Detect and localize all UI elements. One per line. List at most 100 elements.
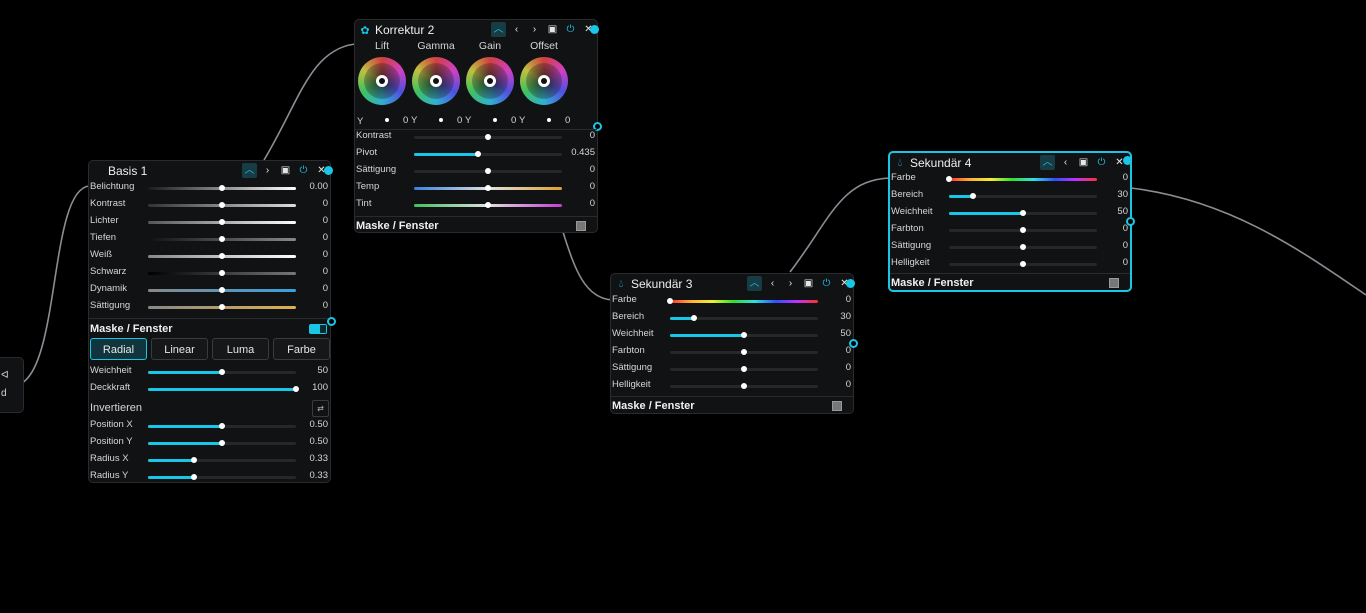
slider-thumb[interactable] [485,185,491,191]
node-header[interactable]: 💧︎ Sekundär 3 ︿ ‹ › ▣ ⏻ ✕ [611,274,855,294]
slider-thumb[interactable] [741,349,747,355]
slider-thumb[interactable] [1020,227,1026,233]
mask-section-header[interactable]: Maske / Fenster [355,216,597,235]
wheel-center-handle[interactable] [484,75,496,87]
slider-thumb[interactable] [667,298,673,304]
slider-label: Radius Y [90,470,129,481]
slider-track[interactable] [949,178,1097,181]
color-wheel[interactable] [358,57,406,105]
power-icon[interactable]: ⏻ [296,163,311,178]
node-header[interactable]: Basis 1 ︿ › ▣ ⏻ ✕ [89,161,333,181]
next-icon[interactable]: › [783,276,798,291]
prev-icon[interactable]: ‹ [1058,155,1073,170]
wheel-center-handle[interactable] [430,75,442,87]
slider-thumb[interactable] [219,202,225,208]
slider-thumb[interactable] [190,457,197,463]
wheel-value: 0 [403,115,409,126]
slider-row: Sättigung 0 [89,298,330,315]
mask-type-luma-button[interactable]: Luma [212,338,269,360]
slider-label: Farbe [891,172,916,183]
slider-thumb[interactable] [1020,210,1026,216]
info-icon[interactable]: ▣ [801,276,816,291]
slider-thumb[interactable] [219,236,225,242]
slider-track[interactable] [670,300,818,303]
slider-thumb[interactable] [219,423,225,429]
collapse-icon[interactable]: ︿ [242,163,257,178]
collapse-icon[interactable]: ︿ [491,22,506,37]
luma-dot[interactable] [385,118,389,122]
slider-thumb[interactable] [969,193,976,199]
node-basis[interactable]: Basis 1 ︿ › ▣ ⏻ ✕ Belichtung 0.00 Kontrast… [88,160,336,483]
mask-checkbox[interactable] [1109,278,1119,288]
slider-label: Sättigung [612,362,653,373]
slider-thumb[interactable] [293,386,299,392]
slider-thumb[interactable] [219,304,225,310]
node-sekundaer-4[interactable]: 💧︎ Sekundär 4 ︿ ‹ ▣ ⏻ ✕ Farbe 0 Bereich 30 W… [888,151,1135,292]
wheel-center-handle[interactable] [376,75,388,87]
mask-checkbox[interactable] [576,221,586,231]
prev-icon[interactable]: ‹ [765,276,780,291]
slider-thumb[interactable] [219,369,225,375]
input-port[interactable] [590,25,599,34]
mask-section-header[interactable]: Maske / Fenster [890,273,1130,292]
mask-checkbox[interactable] [832,401,842,411]
power-icon[interactable]: ⏻ [819,276,834,291]
wire-korrektur-to-sek3 [562,231,613,301]
mask-type-linear-button[interactable]: Linear [151,338,208,360]
slider-thumb[interactable] [741,383,747,389]
slider-fill [949,212,1023,215]
slider-label: Helligkeit [612,379,651,390]
power-icon[interactable]: ⏻ [1094,155,1109,170]
slider-thumb[interactable] [1020,244,1026,250]
info-icon[interactable]: ▣ [545,22,560,37]
node-korrektur[interactable]: ✿ Korrektur 2 ︿ ‹ › ▣ ⏻ ✕ Lift 0 Y Gamma 0 Y G… [354,19,602,235]
slider-thumb[interactable] [219,270,225,276]
collapse-icon[interactable]: ︿ [1040,155,1055,170]
mask-toggle[interactable] [309,324,327,334]
slider-thumb[interactable] [690,315,697,321]
color-wheel[interactable] [520,57,568,105]
input-port[interactable] [1123,156,1132,165]
info-icon[interactable]: ▣ [1076,155,1091,170]
slider-thumb[interactable] [946,176,952,182]
slider-thumb[interactable] [219,219,225,225]
color-wheel[interactable] [466,57,514,105]
luma-dot[interactable] [493,118,497,122]
power-icon[interactable]: ⏻ [563,22,578,37]
mask-type-farbe-button[interactable]: Farbe [273,338,330,360]
color-wheel[interactable] [412,57,460,105]
mask-section-header[interactable]: Maske / Fenster [89,318,330,339]
output-port[interactable] [1126,217,1135,226]
collapse-icon[interactable]: ︿ [747,276,762,291]
slider-thumb[interactable] [219,253,225,259]
slider-thumb[interactable] [741,332,747,338]
next-icon[interactable]: › [527,22,542,37]
output-port[interactable] [849,339,858,348]
slider-thumb[interactable] [485,168,491,174]
slider-thumb[interactable] [190,474,197,480]
mask-type-radial-button[interactable]: Radial [90,338,147,360]
slider-thumb[interactable] [1020,261,1026,267]
partial-node[interactable]: ᐊ d [0,357,24,413]
slider-thumb[interactable] [485,202,491,208]
invert-icon[interactable]: ⇄ [312,400,329,417]
slider-thumb[interactable] [741,366,747,372]
output-port[interactable] [327,317,336,326]
prev-icon[interactable]: ‹ [509,22,524,37]
slider-thumb[interactable] [219,287,225,293]
next-icon[interactable]: › [260,163,275,178]
wheel-center-handle[interactable] [538,75,550,87]
luma-dot[interactable] [439,118,443,122]
slider-thumb[interactable] [219,185,225,191]
slider-thumb[interactable] [485,134,491,140]
info-icon[interactable]: ▣ [278,163,293,178]
mask-section-header[interactable]: Maske / Fenster [611,396,853,415]
slider-thumb[interactable] [475,151,482,157]
slider-thumb[interactable] [219,440,225,446]
input-port[interactable] [846,279,855,288]
slider-label: Position X [90,419,133,430]
luma-dot[interactable] [547,118,551,122]
input-port[interactable] [324,166,333,175]
node-header[interactable]: ✿ Korrektur 2 ︿ ‹ › ▣ ⏻ ✕ [355,20,599,40]
node-sekundaer-3[interactable]: 💧︎ Sekundär 3 ︿ ‹ › ▣ ⏻ ✕ Farbe 0 Bereich 3… [610,273,858,415]
